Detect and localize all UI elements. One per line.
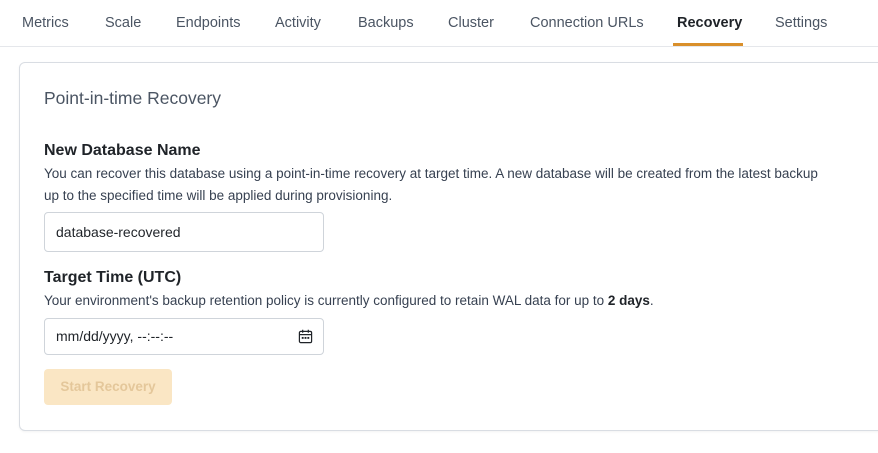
new-database-name-input[interactable] <box>44 212 324 252</box>
tab-connection-urls[interactable]: Connection URLs <box>530 0 644 47</box>
target-time-help-end: . <box>649 293 654 308</box>
tab-bar: Metrics Scale Endpoints Activity Backups… <box>0 0 878 47</box>
help-line-1: You can recover this database using a po… <box>44 166 818 181</box>
target-time-help: Your environment's backup retention poli… <box>44 290 878 312</box>
retention-days: 2 days <box>607 293 650 308</box>
target-time-placeholder: mm/dd/yyyy, --:--:-- <box>56 328 174 344</box>
tab-endpoints[interactable]: Endpoints <box>176 0 241 47</box>
target-time-input[interactable]: mm/dd/yyyy, --:--:-- <box>44 318 324 355</box>
new-database-name-label: New Database Name <box>44 142 201 159</box>
tab-backups[interactable]: Backups <box>358 0 414 47</box>
tab-activity[interactable]: Activity <box>275 0 321 47</box>
tab-metrics[interactable]: Metrics <box>22 0 69 47</box>
calendar-icon[interactable] <box>298 329 313 344</box>
tab-recovery[interactable]: Recovery <box>677 0 742 47</box>
active-tab-indicator <box>673 43 743 46</box>
tab-settings[interactable]: Settings <box>775 0 827 47</box>
target-time-label: Target Time (UTC) <box>44 269 182 286</box>
target-time-help-text: Your environment's backup retention poli… <box>44 293 608 308</box>
card-title: Point-in-time Recovery <box>44 88 221 108</box>
start-recovery-button[interactable]: Start Recovery <box>44 369 172 405</box>
tab-cluster[interactable]: Cluster <box>448 0 494 47</box>
help-line-2: up to the specified time will be applied… <box>44 187 393 203</box>
new-database-name-help: You can recover this database using a po… <box>44 163 878 206</box>
tab-scale[interactable]: Scale <box>105 0 141 47</box>
